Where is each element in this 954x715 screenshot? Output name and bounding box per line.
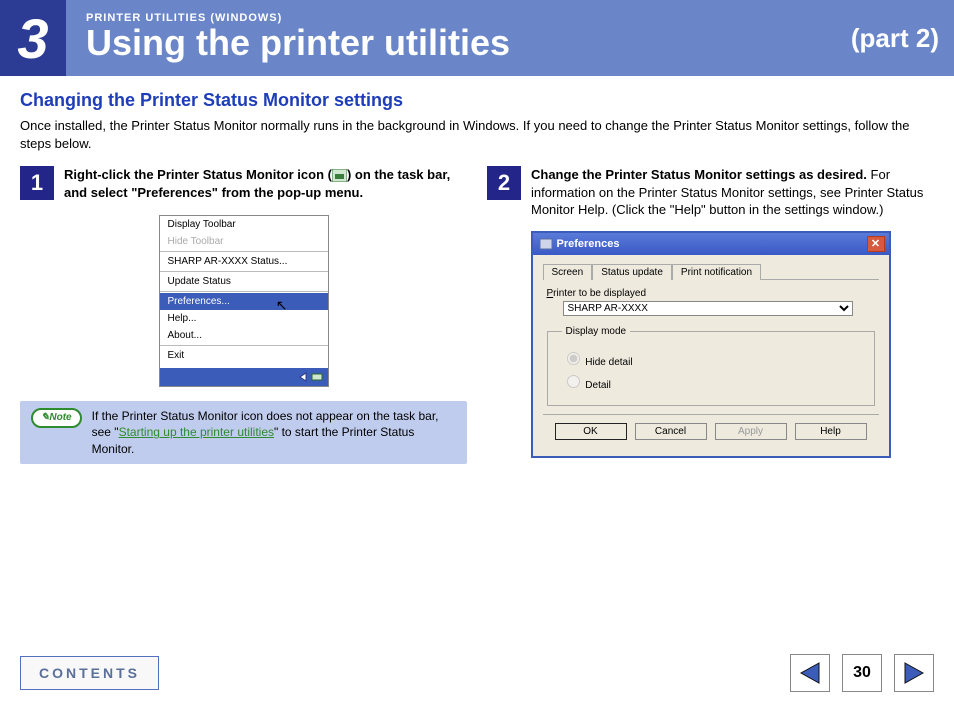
menu-item-help: Help... [160,310,328,327]
chapter-number-box: 3 [0,0,66,76]
menu-item-preferences: Preferences... ↖ [160,293,328,310]
step-2-text: Change the Printer Status Monitor settin… [531,166,934,219]
system-tray-illustration [160,368,328,386]
tab-status-update: Status update [592,264,672,280]
ok-button: OK [555,423,627,440]
note-box: ✎Note If the Printer Status Monitor icon… [20,401,467,464]
preferences-buttons: OK Cancel Apply Help [543,414,879,448]
note-text: If the Printer Status Monitor icon does … [92,408,456,457]
tab-screen: Screen [543,264,593,280]
popup-menu-illustration: Display Toolbar Hide Toolbar SHARP AR-XX… [159,215,329,387]
printer-status-monitor-icon [332,169,347,182]
printer-tray-icon [310,371,324,383]
menu-item-update-status: Update Status [160,273,328,290]
page-number: 30 [842,654,882,692]
printer-to-display-label: Printer to be displayed [547,288,879,299]
arrow-right-icon [901,660,927,686]
preferences-title: Preferences [557,238,620,250]
step-2: 2 Change the Printer Status Monitor sett… [487,166,934,219]
cursor-icon: ↖ [276,297,288,314]
banner-text: PRINTER UTILITIES (WINDOWS) Using the pr… [66,12,851,64]
menu-item-about: About... [160,327,328,344]
preferences-window-icon [539,238,553,250]
prev-page-button[interactable] [790,654,830,692]
radio-hide-detail: Hide detail [562,349,860,368]
preferences-dialog: Preferences ✕ Screen Status update Print… [531,231,891,458]
help-button: Help [795,423,867,440]
menu-item-display-toolbar: Display Toolbar [160,216,328,233]
step-1-text-a: Right-click the Printer Status Monitor i… [64,167,332,182]
banner-title: Using the printer utilities [86,22,851,64]
banner-part: (part 2) [851,23,939,54]
note-badge: ✎Note [31,408,82,428]
chevron-left-icon [296,371,310,383]
footer-nav: CONTENTS 30 [0,654,954,692]
printer-select: SHARP AR-XXXX [563,301,853,316]
menu-item-status: SHARP AR-XXXX Status... [160,253,328,270]
tab-print-notification: Print notification [672,264,761,280]
step-number: 1 [20,166,54,200]
step-1: 1 Right-click the Printer Status Monitor… [20,166,467,201]
close-icon: ✕ [867,236,885,252]
contents-button[interactable]: CONTENTS [20,656,159,690]
step-number: 2 [487,166,521,200]
section-intro: Once installed, the Printer Status Monit… [20,117,934,152]
next-page-button[interactable] [894,654,934,692]
preferences-titlebar: Preferences ✕ [533,233,889,255]
link-starting-utilities[interactable]: Starting up the printer utilities [119,425,274,439]
step-1-text: Right-click the Printer Status Monitor i… [64,166,467,201]
preferences-tabs: Screen Status update Print notification [543,263,879,280]
cancel-button: Cancel [635,423,707,440]
display-mode-group: Display mode Hide detail Detail [547,326,875,406]
section-title: Changing the Printer Status Monitor sett… [20,90,934,111]
chapter-number: 3 [17,6,48,71]
menu-item-hide-toolbar: Hide Toolbar [160,233,328,250]
header-banner: 3 PRINTER UTILITIES (WINDOWS) Using the … [0,0,954,76]
arrow-left-icon [797,660,823,686]
apply-button: Apply [715,423,787,440]
radio-detail: Detail [562,372,860,391]
menu-item-exit: Exit [160,347,328,364]
